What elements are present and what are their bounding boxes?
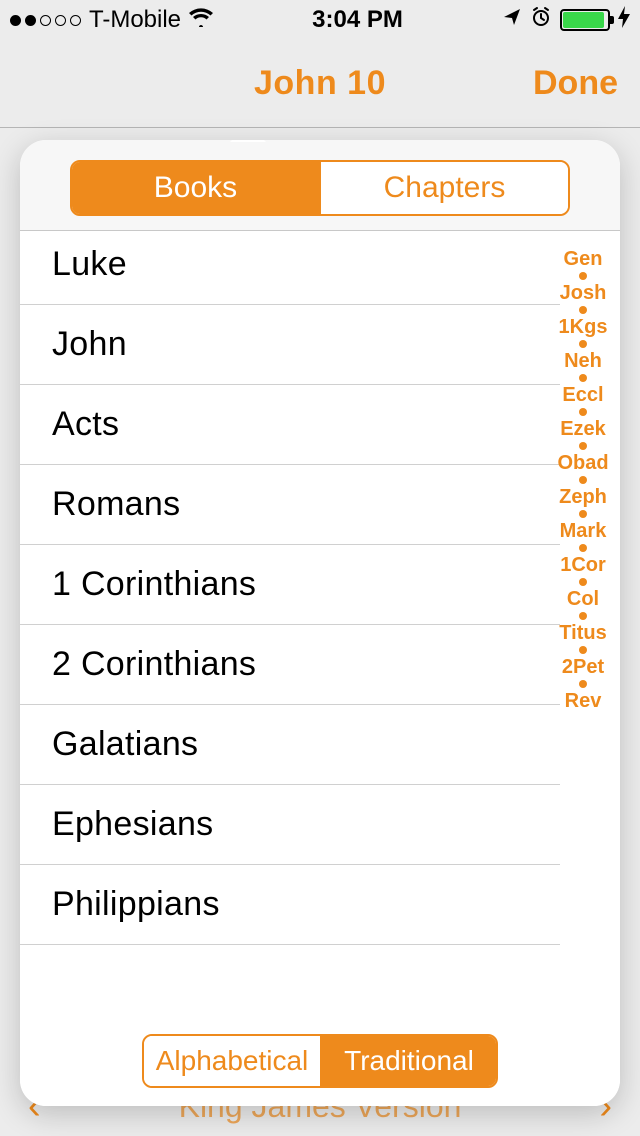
location-icon: [502, 6, 522, 34]
top-segment-wrap: Books Chapters: [20, 140, 620, 231]
list-item[interactable]: Galatians: [20, 705, 560, 785]
tab-alpha-label: Alphabetical: [156, 1045, 309, 1077]
list-item[interactable]: 2 Corinthians: [20, 625, 560, 705]
alarm-icon: [530, 6, 552, 35]
tab-alphabetical[interactable]: Alphabetical: [144, 1036, 320, 1086]
wifi-icon: [189, 7, 213, 33]
index-dot-icon: [579, 510, 587, 518]
index-dot-icon: [579, 476, 587, 484]
index-dot-icon: [579, 306, 587, 314]
book-label: Philippians: [52, 885, 220, 923]
books-chapters-segment: Books Chapters: [70, 160, 570, 216]
index-dot-icon: [579, 612, 587, 620]
signal-strength-icon: [10, 15, 81, 26]
popover-caret-icon: [230, 140, 266, 142]
page-title[interactable]: John 10: [254, 64, 386, 103]
index-dot-icon: [579, 680, 587, 688]
done-button[interactable]: Done: [533, 64, 618, 103]
index-label[interactable]: Ezek: [560, 419, 606, 439]
book-label: 2 Corinthians: [52, 645, 256, 683]
index-label[interactable]: Neh: [564, 351, 602, 371]
list-item[interactable]: Luke: [20, 231, 560, 305]
index-label[interactable]: 2Pet: [562, 657, 604, 677]
book-label: John: [52, 325, 127, 363]
book-label: Ephesians: [52, 805, 213, 843]
list-item[interactable]: Ephesians: [20, 785, 560, 865]
index-label[interactable]: 1Cor: [560, 555, 606, 575]
status-right: [502, 6, 630, 35]
index-label[interactable]: Zeph: [559, 487, 607, 507]
index-label[interactable]: Rev: [565, 691, 602, 711]
index-dot-icon: [579, 442, 587, 450]
bottom-segment-wrap: Alphabetical Traditional: [20, 1020, 620, 1106]
index-dot-icon: [579, 374, 587, 382]
list-item[interactable]: Acts: [20, 385, 560, 465]
tab-traditional[interactable]: Traditional: [320, 1036, 496, 1086]
list-item[interactable]: Philippians: [20, 865, 560, 945]
sort-segment: Alphabetical Traditional: [142, 1034, 498, 1088]
index-dot-icon: [579, 272, 587, 280]
tab-chapters[interactable]: Chapters: [319, 162, 568, 214]
book-label: 1 Corinthians: [52, 565, 256, 603]
index-label[interactable]: Col: [567, 589, 599, 609]
book-label: Luke: [52, 245, 127, 283]
index-dot-icon: [579, 340, 587, 348]
book-label: Romans: [52, 485, 180, 523]
clock-label: 3:04 PM: [312, 6, 403, 34]
index-label[interactable]: Gen: [564, 249, 603, 269]
status-bar: T-Mobile 3:04 PM: [0, 0, 640, 40]
index-label[interactable]: Obad: [557, 453, 608, 473]
tab-books[interactable]: Books: [72, 162, 319, 214]
list-item[interactable]: 1 Corinthians: [20, 545, 560, 625]
list-item[interactable]: Romans: [20, 465, 560, 545]
list-area: Luke John Acts Romans 1 Corinthians 2 Co…: [20, 231, 620, 1020]
index-label[interactable]: Josh: [560, 283, 607, 303]
battery-icon: [560, 9, 610, 31]
list-item[interactable]: John: [20, 305, 560, 385]
index-dot-icon: [579, 408, 587, 416]
tab-chapters-label: Chapters: [384, 171, 506, 205]
book-label: Acts: [52, 405, 119, 443]
index-label[interactable]: 1Kgs: [559, 317, 608, 337]
book-label: Galatians: [52, 725, 198, 763]
carrier-label: T-Mobile: [89, 6, 181, 34]
index-dot-icon: [579, 578, 587, 586]
charging-icon: [618, 6, 630, 34]
index-dot-icon: [579, 544, 587, 552]
book-list[interactable]: Luke John Acts Romans 1 Corinthians 2 Co…: [20, 231, 560, 1020]
section-index[interactable]: Gen Josh 1Kgs Neh Eccl Ezek Obad Zeph Ma…: [548, 249, 618, 711]
nav-bar: John 10 Done: [0, 40, 640, 128]
tab-books-label: Books: [154, 171, 237, 205]
status-left: T-Mobile: [10, 6, 213, 34]
tab-trad-label: Traditional: [344, 1045, 474, 1077]
book-picker-popover: Books Chapters Luke John Acts Romans 1 C…: [20, 140, 620, 1106]
index-label[interactable]: Mark: [560, 521, 607, 541]
index-label[interactable]: Titus: [559, 623, 606, 643]
index-dot-icon: [579, 646, 587, 654]
index-label[interactable]: Eccl: [562, 385, 603, 405]
